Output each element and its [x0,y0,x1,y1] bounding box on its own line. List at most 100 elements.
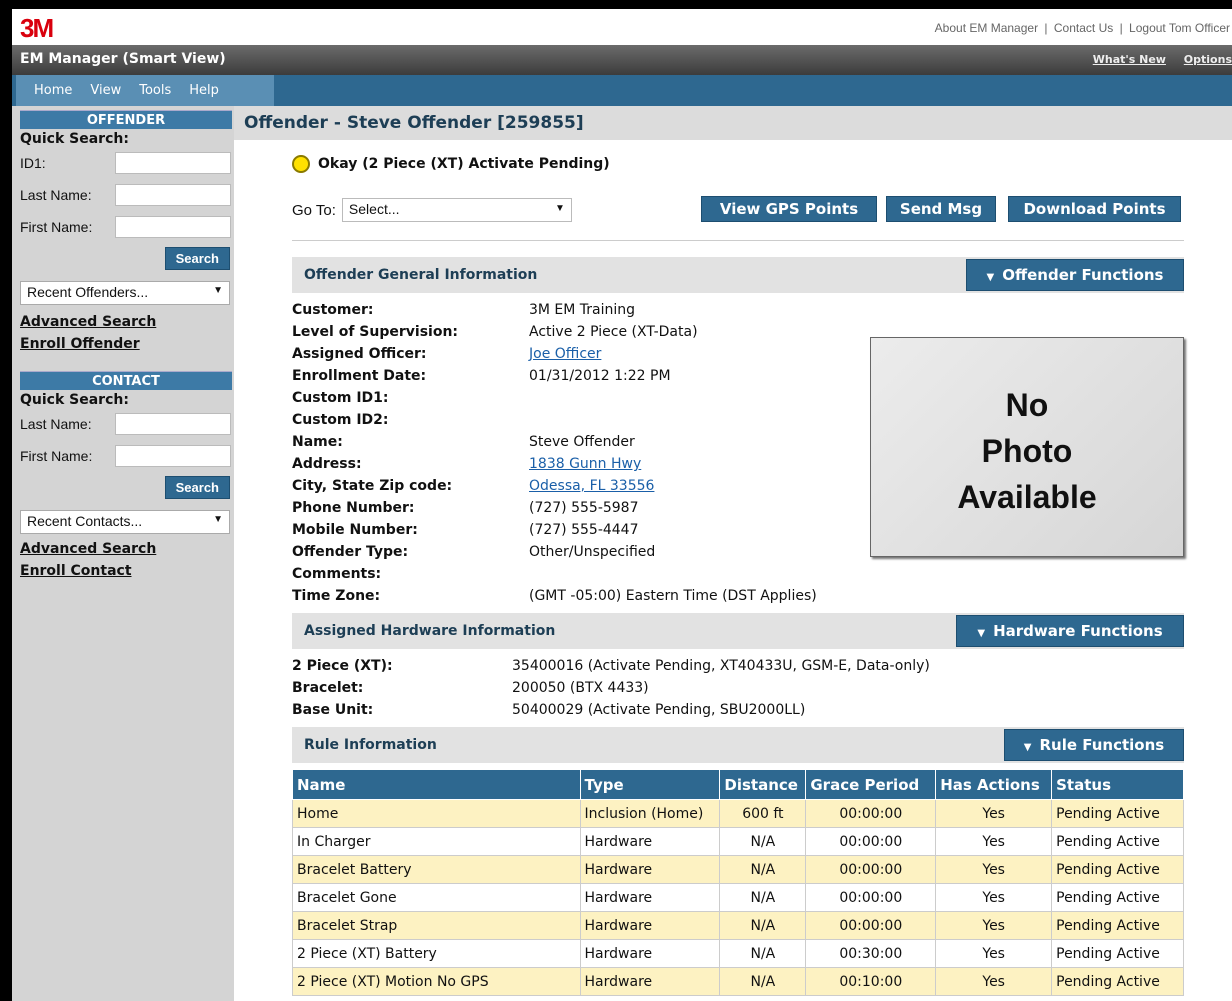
info-value: Odessa, FL 33556 [529,475,852,497]
hardware-functions-button[interactable]: ▼ Hardware Functions [956,615,1184,647]
about-link[interactable]: About EM Manager [935,21,1038,35]
last-name-label: Last Name: [20,187,92,203]
contact-quick-search-label: Quick Search: [20,392,129,408]
offender-quick-search-label: Quick Search: [20,131,129,147]
column-header[interactable]: Distance [719,769,807,800]
column-header[interactable]: Status [1051,769,1184,800]
rule-type: Hardware [579,827,721,856]
info-value [529,409,852,431]
column-header[interactable]: Type [579,769,721,800]
whats-new-link[interactable]: What's New [1093,53,1166,66]
goto-select-value: Select... [348,201,400,217]
address-link[interactable]: 1838 Gunn Hwy [529,456,641,472]
offender-advanced-search-link[interactable]: Advanced Search [20,311,234,333]
info-key: Comments: [292,566,382,582]
menu-help[interactable]: Help [189,83,219,98]
city-state-zip-link[interactable]: Odessa, FL 33556 [529,478,654,494]
table-row[interactable]: 2 Piece (XT) Motion No GPS Hardware N/A 00:… [292,967,1184,996]
offender-functions-button[interactable]: ▼ Offender Functions [966,259,1184,291]
rule-grace-period: 00:00:00 [805,799,937,828]
send-msg-button[interactable]: Send Msg [886,196,996,222]
rule-type: Hardware [579,967,721,996]
general-info-title: Offender General Information [304,267,538,283]
column-header[interactable]: Name [292,769,581,800]
info-row: Enrollment Date: 01/31/2012 1:22 PM [292,365,852,387]
offender-functions-label: Offender Functions [1002,266,1164,284]
offender-first-name-input[interactable] [115,216,231,238]
contact-first-name-input[interactable] [115,445,231,467]
general-info-header: Offender General Information ▼ Offender F… [292,257,1184,293]
offender-search-button[interactable]: Search [164,246,230,270]
goto-select[interactable]: Select... ▼ [341,198,572,222]
rule-grace-period: 00:00:00 [805,827,937,856]
link-separator: | [1119,21,1123,35]
rule-status: Pending Active [1051,799,1184,828]
menu-tools[interactable]: Tools [139,83,171,98]
rule-distance: N/A [719,883,807,912]
contact-search-button[interactable]: Search [164,475,230,499]
info-key: Assigned Officer: [292,346,427,362]
table-row[interactable]: Bracelet Gone Hardware N/A 00:00:00 Yes Pendi… [292,883,1184,912]
enroll-contact-link[interactable]: Enroll Contact [20,560,234,582]
rule-distance: N/A [719,939,807,968]
info-key: Custom ID1: [292,390,389,406]
status-row: Okay (2 Piece (XT) Activate Pending) [292,150,1232,178]
assigned-officer-link[interactable]: Joe Officer [529,346,601,362]
enroll-offender-link[interactable]: Enroll Offender [20,333,234,355]
info-value [529,563,852,585]
rule-distance: N/A [719,855,807,884]
table-row[interactable]: Bracelet Strap Hardware N/A 00:00:00 Yes Pend… [292,911,1184,940]
triangle-down-icon: ▼ [986,272,995,283]
rule-has-actions: Yes [935,855,1053,884]
rule-name: Home [292,799,581,828]
info-value: Joe Officer [529,343,852,365]
hardware-info-title: Assigned Hardware Information [304,623,556,639]
triangle-down-icon: ▼ [1023,742,1032,753]
goto-row: Go To: Select... ▼ View GPS Points Send … [292,196,1184,224]
info-value: (GMT -05:00) Eastern Time (DST Applies) [529,588,817,604]
contact-search-row: Search [12,472,234,502]
column-header[interactable]: Has Actions [935,769,1053,800]
rule-status: Pending Active [1051,855,1184,884]
download-points-button[interactable]: Download Points [1008,196,1181,222]
table-row[interactable]: In Charger Hardware N/A 00:00:00 Yes Pending … [292,827,1184,856]
rule-grace-period: 00:00:00 [805,883,937,912]
rule-grace-period: 00:30:00 [805,939,937,968]
rule-has-actions: Yes [935,967,1053,996]
view-gps-points-button[interactable]: View GPS Points [701,196,877,222]
offender-last-name-input[interactable] [115,184,231,206]
table-row[interactable]: Bracelet Battery Hardware N/A 00:00:00 Yes Pe… [292,855,1184,884]
general-info-table: Customer: 3M EM Training Level of Supervis… [292,299,852,607]
recent-offenders-select[interactable]: Recent Offenders... ▼ [20,281,230,305]
logout-link[interactable]: Logout Tom Officer [1129,21,1230,35]
contact-advanced-search-link[interactable]: Advanced Search [20,538,234,560]
hardware-key: 2 Piece (XT): [292,658,393,674]
header-links: About EM Manager | Contact Us | Logout T… [935,21,1230,35]
rule-distance: N/A [719,911,807,940]
table-row[interactable]: Home Inclusion (Home) 600 ft 00:00:00 Yes Pen… [292,799,1184,828]
contact-us-link[interactable]: Contact Us [1054,21,1113,35]
menu-home[interactable]: Home [34,83,72,98]
info-value [529,387,852,409]
divider [292,240,1184,241]
info-row: Address: 1838 Gunn Hwy [292,453,852,475]
table-row[interactable]: 2 Piece (XT) Battery Hardware N/A 00:30:00 Y… [292,939,1184,968]
status-indicator-icon [292,155,310,173]
options-link[interactable]: Options [1184,53,1232,66]
rule-type: Hardware [579,883,721,912]
recent-offenders-value: Recent Offenders... [27,284,149,300]
info-value: (727) 555-5987 [529,500,639,516]
info-row: Customer: 3M EM Training [292,299,852,321]
menu-view[interactable]: View [90,83,121,98]
id1-input[interactable] [115,152,231,174]
first-name-label: First Name: [20,219,93,235]
info-key: Custom ID2: [292,412,389,428]
recent-contacts-select[interactable]: Recent Contacts... ▼ [20,510,230,534]
contact-last-name-input[interactable] [115,413,231,435]
column-header[interactable]: Grace Period [805,769,937,800]
rule-functions-button[interactable]: ▼ Rule Functions [1004,729,1184,761]
rule-grace-period: 00:00:00 [805,855,937,884]
chevron-down-icon: ▼ [555,203,565,214]
app-title: EM Manager (Smart View) [20,51,226,67]
info-key: City, State Zip code: [292,478,453,494]
